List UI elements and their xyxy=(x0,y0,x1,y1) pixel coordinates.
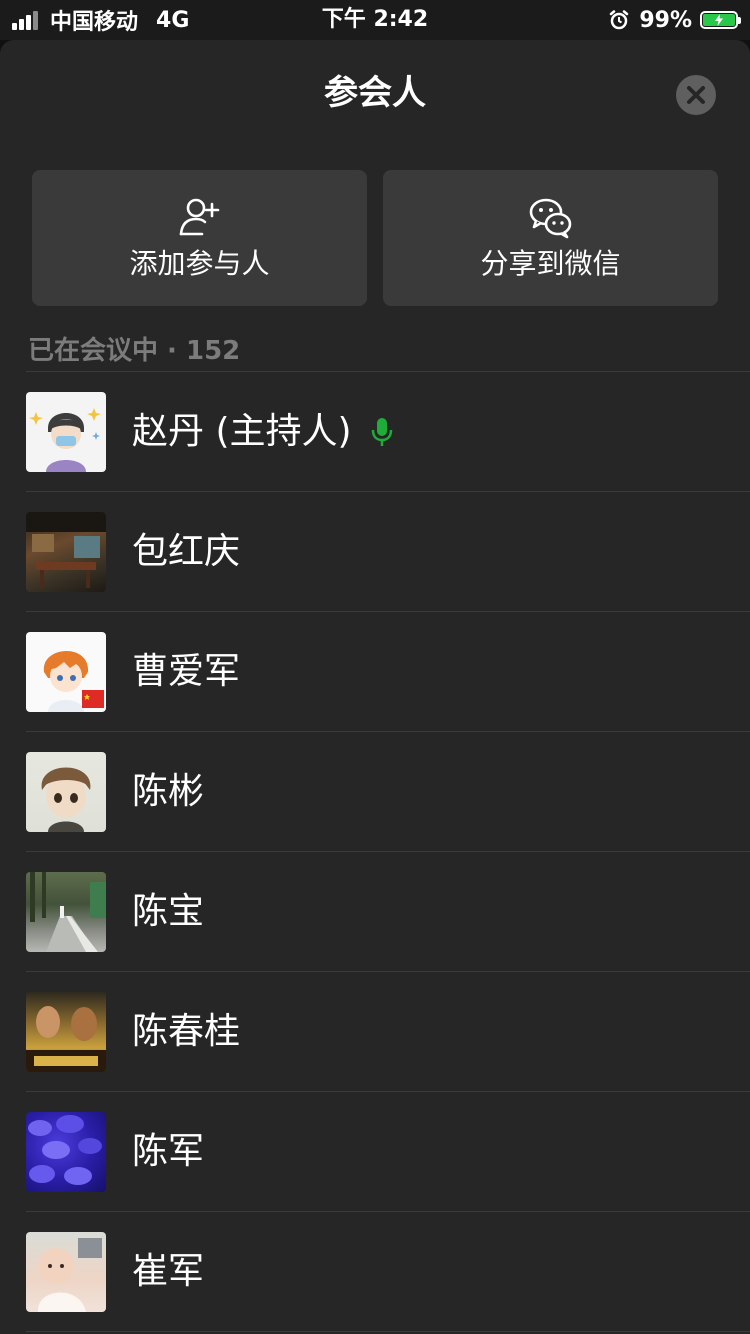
avatar-illustration xyxy=(29,407,101,472)
participant-list: 赵丹 (主持人) 包红庆 曹爱军 陈彬 陈宝 陈春桂 陈军 崔军 xyxy=(26,371,750,1332)
avatar xyxy=(26,511,106,592)
wechat-icon xyxy=(529,198,571,239)
participant-row[interactable]: 曹爱军 xyxy=(26,612,750,732)
avatar xyxy=(26,751,106,832)
participant-name: 陈宝 xyxy=(132,890,205,932)
participant-row[interactable]: 陈军 xyxy=(26,1092,750,1212)
avatar xyxy=(26,391,106,472)
battery-percent: 99% xyxy=(639,7,692,33)
avatar xyxy=(26,991,106,1072)
battery-icon xyxy=(700,11,741,29)
participant-name: 包红庆 xyxy=(132,530,241,572)
avatar-photo xyxy=(28,1114,102,1185)
participant-name: 崔军 xyxy=(132,1250,205,1292)
avatar-illustration xyxy=(43,650,104,712)
status-bar: 中国移动 4G 下午 2:42 99% xyxy=(0,0,750,40)
share-wechat-label: 分享到微信 xyxy=(480,247,621,280)
avatar-photo xyxy=(26,511,106,588)
avatar-photo xyxy=(30,871,106,952)
status-right: 99% xyxy=(609,6,741,34)
add-participant-label: 添加参与人 xyxy=(129,247,270,280)
microphone-active-icon xyxy=(371,417,392,446)
page-title: 参会人 xyxy=(324,73,426,113)
participant-row[interactable]: 崔军 xyxy=(26,1212,750,1332)
participant-name: 赵丹 (主持人) xyxy=(132,410,352,452)
share-wechat-button[interactable]: 分享到微信 xyxy=(383,170,718,306)
add-person-icon xyxy=(179,198,219,236)
participant-row[interactable]: 赵丹 (主持人) xyxy=(26,372,750,492)
charging-icon xyxy=(715,14,723,26)
participant-name: 陈春桂 xyxy=(132,1010,241,1052)
avatar-photo xyxy=(26,1005,106,1072)
participant-name: 曹爱军 xyxy=(132,650,241,692)
participant-row[interactable]: 陈春桂 xyxy=(26,972,750,1092)
add-participant-button[interactable]: 添加参与人 xyxy=(32,170,367,306)
avatar xyxy=(26,1231,106,1312)
action-buttons: 添加参与人 分享到微信 xyxy=(32,170,718,306)
close-button[interactable] xyxy=(676,75,716,115)
avatar-illustration xyxy=(41,767,91,832)
avatar-photo xyxy=(37,1237,102,1312)
participants-sheet: 参会人 添加参与人 分享到微信 已在会议中 · 152 赵丹 (主持人) 包红庆… xyxy=(0,40,750,1334)
avatar xyxy=(26,631,106,712)
participant-row[interactable]: 陈宝 xyxy=(26,852,750,972)
avatar xyxy=(26,871,106,952)
participant-name: 陈军 xyxy=(132,1130,205,1172)
close-icon xyxy=(687,86,705,104)
participant-row[interactable]: 陈彬 xyxy=(26,732,750,852)
participant-row[interactable]: 包红庆 xyxy=(26,492,750,612)
in-meeting-count: 已在会议中 · 152 xyxy=(28,336,241,366)
participant-name: 陈彬 xyxy=(132,770,205,812)
alarm-icon xyxy=(610,10,629,30)
avatar xyxy=(26,1111,106,1192)
